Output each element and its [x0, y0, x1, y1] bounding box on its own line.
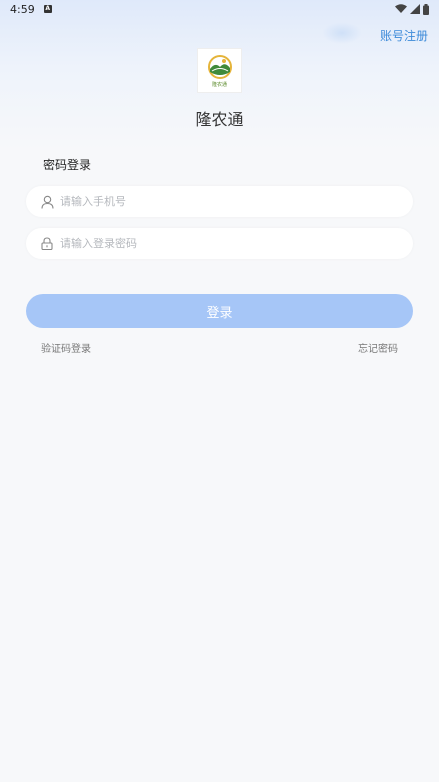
- forgot-password-link[interactable]: 忘记密码: [358, 340, 398, 355]
- wifi-icon: [395, 4, 407, 13]
- password-field[interactable]: [26, 228, 413, 259]
- phone-input[interactable]: [60, 195, 380, 208]
- cloud-decoration: [322, 22, 362, 44]
- user-icon: [40, 195, 54, 209]
- notification-icon: A: [43, 5, 52, 13]
- status-bar: 4:59 A: [0, 0, 439, 18]
- register-link[interactable]: 账号注册: [380, 27, 428, 44]
- lock-icon: [40, 237, 54, 251]
- logo-emblem-icon: [207, 54, 232, 79]
- status-icons: [395, 3, 429, 15]
- section-title: 密码登录: [43, 158, 92, 172]
- status-time: 4:59: [10, 2, 35, 16]
- password-input[interactable]: [60, 237, 380, 250]
- signal-icon: [410, 4, 420, 14]
- logo-caption: 隆农通: [211, 81, 227, 88]
- battery-icon: [423, 3, 429, 15]
- phone-field[interactable]: [26, 186, 413, 217]
- login-button[interactable]: 登录: [26, 294, 413, 328]
- code-login-link[interactable]: 验证码登录: [41, 340, 91, 355]
- app-logo: 隆农通: [197, 48, 242, 93]
- app-title: 隆农通: [195, 110, 244, 129]
